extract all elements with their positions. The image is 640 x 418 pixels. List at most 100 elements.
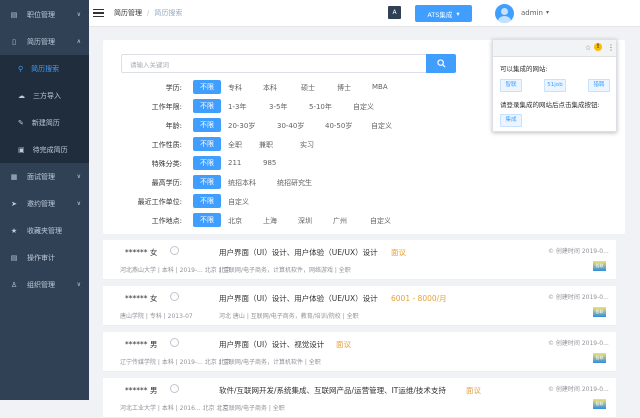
filter-option-selected[interactable]: 不限	[193, 213, 221, 227]
search-icon: ⚲	[18, 64, 24, 73]
sidebar-item-label: 邀约管理	[27, 199, 55, 208]
breadcrumb-item[interactable]: 简历管理	[114, 9, 142, 17]
sidebar-item-audit[interactable]: ▤ 操作审计	[0, 244, 89, 271]
caret-down-icon: ▾	[456, 9, 460, 18]
filter-option[interactable]: 40-50岁	[325, 121, 352, 131]
sidebar-subitem-label: 新建简历	[31, 118, 60, 127]
filter-option-selected[interactable]: 不限	[193, 194, 221, 208]
hamburger-menu-icon[interactable]	[93, 7, 104, 20]
bookmark-star-icon[interactable]: ☆	[585, 44, 591, 52]
source-logo: 智联	[593, 353, 606, 363]
filter-option[interactable]: 统招研究生	[277, 178, 312, 188]
filter-option[interactable]: 20-30岁	[228, 121, 255, 131]
resume-card[interactable]: ****** 女 用户界面（UI）设计、用户体验（UE/UX）设计 唐山学院 | 专…	[103, 286, 616, 326]
sidebar-subitem-import[interactable]: ☁ 三方导入	[0, 82, 89, 109]
filter-option[interactable]: 上海	[263, 216, 277, 226]
extension-warning-icon[interactable]: !	[594, 43, 602, 51]
site-button-liepin[interactable]: 猎聘	[588, 79, 610, 92]
resume-card[interactable]: ****** 男 用户界面（UI）设计、视觉设计 辽宁传媒学院 | 本科 | 201…	[103, 332, 616, 372]
candidate-name: ****** 男	[125, 386, 158, 395]
sidebar-item-interview[interactable]: ▦ 面试管理 ∨	[0, 163, 89, 190]
sidebar-item-org[interactable]: ♙ 组织管理 ∨	[0, 271, 89, 298]
filter-option-selected[interactable]: 不限	[193, 118, 221, 132]
filter-option-selected[interactable]: 不限	[193, 80, 221, 94]
job-title[interactable]: 用户界面（UI）设计、用户体验（UE/UX）设计	[219, 247, 378, 258]
filter-option[interactable]: 自定义	[371, 121, 392, 131]
filter-option[interactable]: 统招本科	[228, 178, 256, 188]
filter-option[interactable]: 全职	[228, 140, 242, 150]
filter-option[interactable]: 自定义	[228, 197, 249, 207]
filter-option[interactable]: 211	[228, 159, 241, 167]
filter-option[interactable]: 1-3年	[228, 102, 246, 112]
filter-label: 工作性质:	[151, 141, 182, 149]
resume-card[interactable]: ****** 女 用户界面（UI）设计、用户体验（UE/UX）设计 河北燕山大学 |…	[103, 240, 616, 280]
sidebar-subitem-new-resume[interactable]: ✎ 新建简历	[0, 109, 89, 136]
sidebar-item-label: 简历管理	[27, 37, 55, 46]
org-icon: ♙	[10, 280, 18, 289]
filter-row: 工作年限: 不限 1-3年 3-5年 5-10年 自定义	[103, 99, 523, 113]
ats-integration-popup: ☆ ! ⋮ 可以集成的网站: 智联 51job 猎聘 请登录集成的网站后点击集成…	[492, 39, 617, 132]
candidate-details: | 互联网/电子商务，计算机软件 | 全职	[219, 359, 321, 366]
sidebar-item-position[interactable]: ▤ 职位管理 ∨	[0, 1, 89, 28]
search-button[interactable]	[426, 54, 456, 73]
filter-row: 工作地点: 不限 北京 上海 深圳 广州 自定义	[103, 213, 523, 227]
filter-option[interactable]: 广州	[333, 216, 347, 226]
sidebar-subitem-resume-search[interactable]: ⚲ 简历搜索	[0, 55, 89, 82]
chevron-down-icon: ∨	[76, 11, 81, 18]
job-title[interactable]: 软件/互联网开发/系统集成、互联网产品/运营管理、IT运维/技术支持	[219, 385, 446, 396]
candidate-education: 唐山学院 | 专科 | 2013-07	[120, 313, 193, 320]
filter-row: 最近工作单位: 不限 自定义	[103, 194, 523, 208]
filter-option[interactable]: MBA	[372, 83, 388, 91]
filter-option-selected[interactable]: 不限	[193, 156, 221, 170]
pending-icon: ▣	[18, 145, 25, 154]
integrate-button[interactable]: 集成	[500, 114, 522, 127]
filter-option[interactable]: 985	[263, 159, 276, 167]
username[interactable]: admin	[521, 9, 543, 17]
filter-option[interactable]: 硕士	[301, 83, 315, 93]
filter-label: 学历:	[165, 84, 182, 92]
breadcrumb-current: 简历搜索	[154, 9, 183, 17]
site-button-zhilian[interactable]: 智联	[500, 79, 522, 92]
sidebar-item-favorites[interactable]: ★ 收藏夹管理	[0, 217, 89, 244]
filter-option[interactable]: 兼职	[259, 140, 273, 150]
created-time: © 创建时间 2019-0...	[548, 294, 609, 301]
caret-down-icon[interactable]: ▾	[546, 9, 549, 16]
site-button-51job[interactable]: 51job	[544, 79, 566, 92]
translate-icon[interactable]: A	[388, 6, 401, 19]
filter-option[interactable]: 博士	[337, 83, 351, 93]
sidebar-item-label: 组织管理	[27, 280, 55, 289]
sidebar-item-invite[interactable]: ➤ 邀约管理 ∨	[0, 190, 89, 217]
sidebar-item-label: 操作审计	[27, 253, 55, 262]
filter-option[interactable]: 专科	[228, 83, 242, 93]
filter-option-selected[interactable]: 不限	[193, 175, 221, 189]
sidebar-subitem-pending[interactable]: ▣ 待完成简历	[0, 136, 89, 163]
filter-option[interactable]: 本科	[263, 83, 277, 93]
job-title[interactable]: 用户界面（UI）设计、用户体验（UE/UX）设计	[219, 293, 378, 304]
more-menu-icon[interactable]: ⋮	[607, 43, 615, 52]
cloud-upload-icon: ☁	[18, 91, 25, 100]
sidebar: ▤ 职位管理 ∨ ▯ 简历管理 ∧ ⚲ 简历搜索 ☁ 三方导入 ✎ 新建简历 ▣…	[0, 0, 89, 400]
ats-integration-button[interactable]: ATS集成 ▾	[415, 5, 472, 22]
filter-option[interactable]: 自定义	[370, 216, 391, 226]
search-input[interactable]: 请输入关键词	[121, 54, 427, 73]
avatar[interactable]	[495, 4, 514, 23]
sidebar-item-resume[interactable]: ▯ 简历管理 ∧	[0, 28, 89, 55]
filter-option[interactable]: 5-10年	[309, 102, 332, 112]
filter-label: 最高学历:	[151, 179, 182, 187]
candidate-name: ****** 女	[125, 248, 158, 257]
sidebar-item-label: 面试管理	[27, 172, 55, 181]
search-placeholder: 请输入关键词	[130, 60, 169, 69]
filter-option[interactable]: 实习	[300, 140, 314, 150]
filter-option[interactable]: 自定义	[353, 102, 374, 112]
resume-card[interactable]: ****** 男 软件/互联网开发/系统集成、互联网产品/运营管理、IT运维/技术…	[103, 378, 616, 418]
job-title[interactable]: 用户界面（UI）设计、视觉设计	[219, 339, 324, 350]
popup-title-sites: 可以集成的网站:	[500, 65, 548, 73]
filter-option[interactable]: 3-5年	[269, 102, 287, 112]
filter-option-selected[interactable]: 不限	[193, 137, 221, 151]
filter-option[interactable]: 深圳	[298, 216, 312, 226]
translate-icon-label: A	[392, 9, 397, 16]
filter-option[interactable]: 30-40岁	[277, 121, 304, 131]
chevron-down-icon: ∨	[76, 173, 81, 180]
filter-option[interactable]: 北京	[228, 216, 242, 226]
filter-option-selected[interactable]: 不限	[193, 99, 221, 113]
